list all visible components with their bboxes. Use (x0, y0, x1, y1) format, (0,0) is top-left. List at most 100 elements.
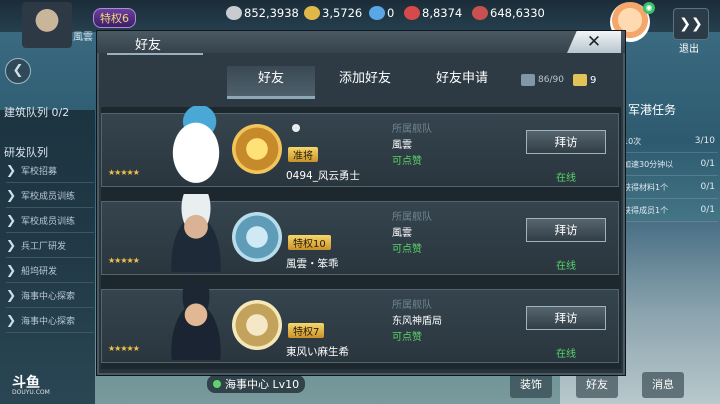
like-status[interactable]: 可点赞 (392, 328, 422, 343)
task-count: 0/1 (700, 182, 715, 192)
online-status: 在线 (556, 349, 576, 360)
research-item[interactable]: ❯ 军校招募 (6, 158, 94, 183)
tab-friend-requests[interactable]: 好友申请 (413, 66, 511, 96)
location-indicator[interactable]: 海事中心 Lv10 (207, 375, 306, 393)
resource-diamond[interactable]: 0 (369, 6, 394, 20)
friends-dialog: 好友 ✕ 好友 添加好友 好友申请 86/90 9 ★★★★★ 准将 0494_… (96, 30, 626, 376)
friend-card[interactable]: ★★★★★ 特权10 風雲・笨乖 所属舰队 風雲 可点赞 拜访 在线 (101, 194, 619, 275)
rank-badge: 特权7 (288, 323, 325, 338)
gift-count[interactable]: 9 (573, 74, 596, 86)
fleet-header: 所属舰队 (392, 212, 432, 223)
research-item[interactable]: ❯ 海事中心探索 (6, 283, 94, 308)
location-label: 海事中心 Lv10 (225, 378, 300, 391)
friends-icon (521, 74, 535, 86)
resource-gold[interactable]: 3,5726 (304, 6, 362, 20)
star-rating: ★★★★★ (108, 344, 140, 353)
research-item-label: 军校成员训练 (21, 191, 76, 202)
fleet-name: 东风神盾局 (392, 316, 442, 327)
research-item[interactable]: ❯ 军校成员训练 (6, 183, 94, 208)
chevron-right-icon: ❯ (6, 238, 17, 252)
douyu-logo-sub: DOUYU.COM (12, 389, 50, 396)
visit-button[interactable]: 拜访 (526, 218, 606, 242)
resource-silver[interactable]: 852,3938 (226, 6, 299, 20)
visit-button[interactable]: 拜访 (526, 130, 606, 154)
research-item[interactable]: ❯ 海事中心探索 (6, 308, 94, 333)
task-count: 0/1 (700, 205, 715, 215)
player-avatar[interactable] (22, 2, 72, 48)
rank-badge: 准将 (288, 147, 318, 162)
build-queue-label: 建筑队列 0/2 (4, 106, 70, 119)
vip-badge[interactable]: 特权6 (93, 8, 136, 28)
tab-add-friend[interactable]: 添加好友 (317, 66, 413, 96)
collapse-left-button[interactable]: ❮ (5, 58, 31, 84)
diamond-icon (369, 6, 385, 20)
friend-name: 風雲・笨乖 (286, 258, 339, 270)
resource-red-gem[interactable]: 8,8374 (404, 6, 462, 20)
star-rating: ★★★★★ (108, 168, 140, 177)
dialog-title: 好友 (135, 38, 162, 53)
task-text: 获得成员1个 (623, 205, 669, 215)
research-item-label: 军校成员训练 (21, 216, 76, 227)
dialog-header (97, 31, 625, 53)
task-text: 加速30分钟以 (623, 159, 674, 169)
research-item[interactable]: ❯ 军校成员训练 (6, 208, 94, 233)
fleet-header: 所属舰队 (392, 124, 432, 135)
friend-name: 東风い麻生希 (286, 346, 349, 358)
rank-medal-icon (232, 212, 282, 262)
fleet-name: 風雲 (392, 228, 412, 239)
harbor-task-title[interactable]: 军港任务 (628, 101, 676, 118)
resource-value: 648,6330 (490, 6, 545, 20)
double-chevron-right-icon: ❯❯ (679, 16, 703, 32)
research-item-label: 军校招募 (21, 166, 58, 177)
research-item-label: 海事中心探索 (21, 291, 76, 302)
online-status: 在线 (556, 173, 576, 184)
rank-medal-icon (232, 124, 282, 174)
exit-label: 退出 (679, 44, 699, 55)
message-button[interactable]: 消息 (642, 372, 684, 398)
tab-friends[interactable]: 好友 (227, 66, 315, 99)
online-status: 在线 (556, 261, 576, 272)
ball-icon (292, 124, 300, 132)
title-underline (107, 53, 203, 55)
task-text: 获得材料1个 (623, 182, 669, 192)
research-item-label: 海事中心探索 (21, 316, 76, 327)
chevron-right-icon: ❯ (6, 263, 17, 277)
resource-value: 3,5726 (322, 6, 363, 20)
harbor-task-row[interactable]: 加速30分钟以 0/1 (620, 153, 718, 176)
resource-value: 852,3938 (244, 6, 299, 20)
research-item-label: 兵工厂研发 (21, 241, 67, 252)
like-status[interactable]: 可点赞 (392, 240, 422, 255)
gift-count-value: 9 (590, 74, 597, 86)
chevron-right-icon: ❯ (6, 188, 17, 202)
rank-badge: 特权10 (288, 235, 331, 250)
exit-button[interactable]: ❯❯ (673, 8, 709, 40)
gift-icon (573, 74, 587, 86)
resource-fuel[interactable]: 648,6330 (472, 6, 545, 20)
resource-value: 0 (387, 6, 395, 20)
harbor-task-row[interactable]: 获得成员1个 0/1 (620, 199, 718, 222)
friend-count: 86/90 (521, 74, 564, 86)
player-name: 風雲 (73, 32, 93, 43)
friend-portrait (160, 194, 232, 272)
chevron-right-icon: ❯ (6, 213, 17, 227)
friend-portrait (160, 106, 232, 184)
task-count: 0/1 (700, 159, 715, 169)
friend-card[interactable]: ★★★★★ 特权7 東风い麻生希 所属舰队 东风神盾局 可点赞 拜访 在线 (101, 282, 619, 363)
visit-button[interactable]: 拜访 (526, 306, 606, 330)
research-item[interactable]: ❯ 船坞研发 (6, 258, 94, 283)
research-list: ❯ 军校招募 ❯ 军校成员训练 ❯ 军校成员训练 ❯ 兵工厂研发 ❯ 船坞研发 ❯ 海事中心… (6, 158, 94, 333)
like-status[interactable]: 可点赞 (392, 152, 422, 167)
task-count: 3/10 (694, 136, 715, 146)
harbor-task-row[interactable]: 获得材料1个 0/1 (620, 176, 718, 199)
fleet-header: 所属舰队 (392, 300, 432, 311)
friend-list[interactable]: ★★★★★ 准将 0494_风云勇士 所属舰队 風雲 可点赞 拜访 在线 ★★★… (101, 106, 621, 369)
close-icon: ✕ (586, 32, 602, 52)
harbor-task-row[interactable]: 10次 3/10 (620, 130, 718, 153)
chevron-right-icon: ❯ (6, 288, 17, 302)
rank-medal-icon (232, 300, 282, 350)
chevron-right-icon: ❯ (6, 163, 17, 177)
research-item[interactable]: ❯ 兵工厂研发 (6, 233, 94, 258)
friend-card[interactable]: ★★★★★ 准将 0494_风云勇士 所属舰队 風雲 可点赞 拜访 在线 (101, 106, 619, 187)
chevron-left-icon: ❮ (12, 63, 24, 78)
friend-count-value: 86/90 (538, 75, 564, 85)
